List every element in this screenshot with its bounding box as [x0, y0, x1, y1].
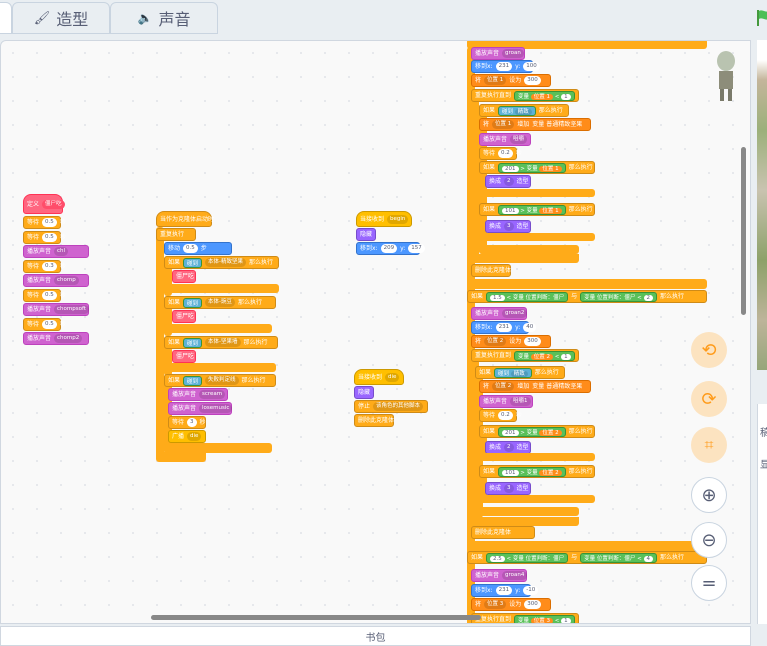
repeat-until-block-2[interactable]: 重复执行直到 变量 位置 2 < 1 — [471, 349, 579, 362]
hide-block-1[interactable]: 隐藏 — [356, 228, 376, 241]
forever-c-arm — [156, 227, 164, 457]
goto-xy-block-1[interactable]: 移到x: 209 y: 157 — [356, 242, 425, 255]
call-eat-block-2[interactable]: 僵尸吃 — [172, 310, 196, 323]
play-losemusic-block[interactable]: 播放声音 losemusic — [168, 402, 233, 415]
backpack-bar[interactable]: 书包 — [0, 626, 751, 646]
tab-sound[interactable]: 🔈 声音 — [110, 2, 218, 34]
repeat-until-block-1[interactable]: 重复执行直到 变量 位置 1 < 1 — [471, 89, 579, 102]
horizontal-scrollbar[interactable] — [151, 615, 481, 620]
if-gt-201-block-2[interactable]: 如果 201 > 变量 位置 2 那么执行 — [479, 425, 595, 438]
sprite-info-panel: 稿 显 — [757, 404, 767, 624]
hide-block-2[interactable]: 隐藏 — [354, 386, 374, 399]
if-touch-block-2[interactable]: 如果 碰到 本体-豌豆 那么执行 — [164, 296, 276, 309]
zoom-in-icon: ⊕ — [701, 484, 717, 506]
switch-costume-3-block-1[interactable]: 换成 3 造型 — [485, 220, 531, 233]
play-groan4-block[interactable]: 播放声音 groan4 — [471, 569, 528, 582]
brush-icon: 🖌 — [33, 10, 51, 26]
forever-block[interactable]: 重复执行 — [156, 228, 196, 241]
zoom-out-button[interactable]: ⊖ — [691, 522, 727, 558]
speaker-icon: 🔈 — [137, 11, 153, 25]
call-eat-block-1[interactable]: 僵尸吃 — [172, 270, 196, 283]
when-receive-begin-block[interactable]: 当接收到 begin — [356, 211, 412, 227]
if-touch-block-4[interactable]: 如果 碰到 失败判定线 那么执行 — [164, 374, 276, 387]
zombie-sprite-icon — [717, 51, 735, 101]
delete-clone-block-2[interactable]: 删除此克隆体 — [471, 264, 511, 277]
cleanup-button[interactable]: ⌗ — [691, 427, 727, 463]
zoom-reset-icon: = — [701, 572, 717, 594]
switch-costume-2-block-1[interactable]: 换成 2 造型 — [485, 175, 531, 188]
if-zombie-range-block-2[interactable]: 如果 2.5 < 变量 位置判断：僵尸与变量 位置判断：僵尸 < 4 那么执行 — [467, 551, 707, 564]
play-groan2-block[interactable]: 播放声音 groan2 — [471, 307, 528, 320]
play-sound-block[interactable]: 播放声音 chl — [23, 245, 89, 258]
wait-0-2-block-2[interactable]: 等待 0.2 秒 — [479, 409, 522, 422]
play-sound-block[interactable]: 播放声音 chomp2 — [23, 332, 89, 345]
if-touch-nut-block-2[interactable]: 如果 碰到 精致 那么执行 — [475, 366, 565, 379]
set-pos1-block[interactable]: 将位置 1 设为 300 — [471, 74, 551, 87]
stage-preview[interactable] — [757, 40, 767, 370]
play-chew-block-2[interactable]: 播放声音 咀嚼1 — [479, 395, 533, 408]
delete-clone-block-3[interactable]: 删除此克隆体 — [471, 526, 535, 539]
stop-other-scripts-block[interactable]: 停止 该角色的其他脚本 — [354, 400, 428, 413]
play-sound-block[interactable]: 播放声音 chompsoft — [23, 303, 89, 316]
play-groan-block[interactable]: 播放声音 groan — [471, 47, 525, 60]
redo-button[interactable]: ⟳ — [691, 381, 727, 417]
vertical-scrollbar[interactable] — [741, 147, 746, 315]
wait-block[interactable]: 等待 0.5 秒 — [23, 288, 66, 302]
switch-costume-3-block-2[interactable]: 换成 3 造型 — [485, 482, 531, 495]
set-pos2-block[interactable]: 将位置 2 设为 300 — [471, 335, 551, 348]
code-workspace[interactable]: 定义 僵尸吃 等待 0.5 秒等待 0.5 秒播放声音 chl 等待 0.3 秒播放声音 chomp… — [0, 40, 751, 624]
green-flag-icon[interactable] — [756, 8, 767, 28]
if-touch-block-3[interactable]: 如果 碰到 本体-坚果墙 那么执行 — [164, 336, 278, 349]
change-pos2-block[interactable]: 将位置 2 增加 变量 普通精致坚果 — [479, 380, 591, 393]
when-receive-die-block[interactable]: 当接收到 die — [354, 369, 404, 385]
play-chew-block-1[interactable]: 播放声音 咀嚼 — [479, 133, 531, 146]
redo-icon: ⟳ — [701, 388, 717, 410]
wait-3-block[interactable]: 等待 3 秒 — [168, 416, 206, 429]
zoom-in-button[interactable]: ⊕ — [691, 477, 727, 513]
wait-block[interactable]: 等待 0.5 秒 — [23, 317, 66, 331]
play-sound-block[interactable]: 播放声音 chomp — [23, 274, 89, 287]
wait-block[interactable]: 等待 0.3 秒 — [23, 259, 66, 273]
repeat-until-block-3[interactable]: 重复执行直到 变量 位置 3 < 1 — [471, 613, 579, 623]
if-gt-201-block-1[interactable]: 如果 201 > 变量 位置 1 那么执行 — [479, 161, 595, 174]
tab-costume[interactable]: 🖌 造型 — [12, 2, 110, 34]
goto-xy-block-4[interactable]: 移到x: 231 y: -10 — [471, 584, 539, 597]
play-scream-block[interactable]: 播放声音 scream — [168, 388, 228, 401]
top-tab-bar: 🖌 造型 🔈 声音 — [0, 0, 767, 38]
if-zombie-range-block-1[interactable]: 如果 1.5 < 变量 位置判断：僵尸与变量 位置判断：僵尸 < 2 那么执行 — [467, 290, 707, 303]
wait-0-2-block-1[interactable]: 等待 0.2 秒 — [479, 147, 522, 160]
if-gt-101-block-2[interactable]: 如果 101 > 变量 位置 2 那么执行 — [479, 465, 595, 478]
goto-xy-block-3[interactable]: 移到x: 231 y: 40 — [471, 321, 537, 334]
set-pos3-block[interactable]: 将位置 3 设为 300 — [471, 598, 551, 611]
if-touch-nut-block-1[interactable]: 如果 碰到 精致 那么执行 — [479, 104, 569, 117]
move-block[interactable]: 移动 0.5 步 — [164, 242, 232, 255]
if-touch-block-1[interactable]: 如果 碰到 本体-精致坚果 那么执行 — [164, 256, 279, 269]
call-eat-block-3[interactable]: 僵尸吃 — [172, 350, 196, 363]
clone-hat-block[interactable]: 当作为克隆体启动时 — [156, 211, 214, 227]
define-block[interactable]: 定义 僵尸吃 — [23, 194, 65, 214]
undo-icon: ⟲ — [701, 339, 717, 361]
crop-icon: ⌗ — [704, 435, 714, 454]
wait-block[interactable]: 等待 0.5 秒 — [23, 230, 66, 244]
delete-clone-block-1[interactable]: 删除此克隆体 — [354, 414, 394, 427]
if-gt-101-block-1[interactable]: 如果 101 > 变量 位置 1 那么执行 — [479, 203, 595, 216]
goto-xy-block-2[interactable]: 移到x: 231 y: 100 — [471, 60, 540, 73]
zoom-reset-button[interactable]: = — [691, 565, 727, 601]
undo-button[interactable]: ⟲ — [691, 332, 727, 368]
tab-code-edge[interactable] — [0, 2, 12, 34]
zoom-out-icon: ⊖ — [701, 529, 717, 551]
wait-block[interactable]: 等待 0.5 秒 — [23, 216, 66, 229]
change-pos1-block[interactable]: 将位置 1 增加 变量 普通精致坚果 — [479, 118, 591, 131]
broadcast-die-block[interactable]: 广播 die — [168, 430, 206, 443]
